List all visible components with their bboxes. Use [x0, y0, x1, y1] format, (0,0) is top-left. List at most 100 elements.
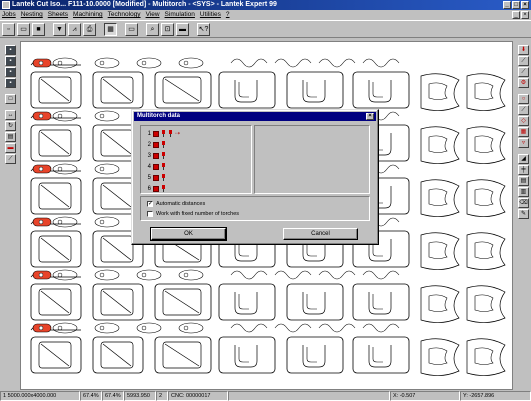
- minimize-button[interactable]: _: [503, 1, 511, 9]
- pierce-icon[interactable]: ○: [518, 94, 529, 104]
- ok-button[interactable]: OK: [150, 227, 227, 241]
- left-toolbar: ▪ ▪ ▪ ▪ □ ↔ ↻ ▤ ▬ ⟋: [3, 45, 18, 190]
- print-icon[interactable]: ⎙: [83, 22, 96, 36]
- remnant-tool-icon[interactable]: ▪: [5, 78, 16, 88]
- torch-color-icon: [153, 152, 159, 159]
- fixed-torches-label: Work with fixed number of torches: [156, 211, 240, 217]
- torch-number: 3: [147, 152, 151, 159]
- chart-icon[interactable]: ⩘: [68, 22, 81, 36]
- menu-sheets[interactable]: Sheets: [48, 10, 68, 20]
- grid-cut-icon[interactable]: ▦: [518, 127, 529, 137]
- save-icon[interactable]: ■: [32, 22, 45, 36]
- status-count: 2: [156, 391, 168, 401]
- cancel-button[interactable]: Cancel: [283, 228, 358, 240]
- app-icon: [2, 1, 10, 9]
- bridge-icon[interactable]: ⟋: [518, 105, 529, 115]
- menu-bar: Jobs Nesting Sheets Machining Technology…: [0, 10, 531, 20]
- torch-row-1[interactable]: 1 ⇢: [146, 129, 181, 138]
- menu-nesting[interactable]: Nesting: [21, 10, 43, 20]
- automatic-distances-checkbox[interactable]: ✓: [147, 201, 153, 207]
- menu-help[interactable]: ?: [226, 10, 230, 20]
- torch-row-5[interactable]: 5: [146, 173, 166, 182]
- torch-icon: [161, 152, 166, 159]
- automatic-distances-option[interactable]: ✓ Automatic distances: [147, 201, 205, 207]
- torch-color-icon: [153, 141, 159, 148]
- fixed-torches-checkbox[interactable]: [147, 211, 153, 217]
- torch-icon: [168, 130, 173, 137]
- menu-view[interactable]: View: [146, 10, 160, 20]
- nest-tool-icon[interactable]: ▪: [5, 67, 16, 77]
- lead-in-icon[interactable]: ⬇: [518, 45, 529, 55]
- torch-number: 1: [147, 130, 151, 137]
- measure-icon[interactable]: ⟋: [5, 154, 16, 164]
- menu-machining[interactable]: Machining: [73, 10, 103, 20]
- mdi-close-button[interactable]: ×: [521, 11, 529, 19]
- new-icon[interactable]: ▫: [2, 22, 15, 36]
- delete-part-icon[interactable]: ▬: [5, 143, 16, 153]
- status-sheet-size: 1 5000.000x4000.000: [0, 391, 80, 401]
- remove-icon[interactable]: ⌫: [518, 198, 529, 208]
- torch-color-icon: [153, 130, 159, 137]
- multitorch-icon[interactable]: ◢: [518, 154, 529, 164]
- rotate-part-icon[interactable]: ↻: [5, 121, 16, 131]
- torch-row-2[interactable]: 2: [146, 140, 166, 149]
- options-group: ✓ Automatic distances Work with fixed nu…: [140, 196, 370, 221]
- parts-tool-icon[interactable]: ▪: [5, 56, 16, 66]
- dialog-close-button[interactable]: ×: [366, 113, 374, 120]
- menu-jobs[interactable]: Jobs: [2, 10, 16, 20]
- torch-row-6[interactable]: 6: [146, 184, 166, 193]
- torch-distance-icon: ⇢: [175, 131, 182, 137]
- sequence-icon[interactable]: ▥: [518, 187, 529, 197]
- window-icon[interactable]: ▭: [125, 22, 138, 36]
- dialog-title: Multitorch data: [137, 113, 180, 119]
- status-x: X: -0.507: [390, 391, 460, 401]
- cut-path-icon[interactable]: ⟋: [518, 56, 529, 66]
- sheet-icon[interactable]: ▬: [176, 22, 189, 36]
- common-cut-icon[interactable]: ▿: [518, 138, 529, 148]
- torch-icon: [161, 174, 166, 181]
- move-part-icon[interactable]: ↔: [5, 110, 16, 120]
- torch-settings-icon[interactable]: ⚙: [518, 78, 529, 88]
- torch-row-4[interactable]: 4: [146, 162, 166, 171]
- skeleton-icon[interactable]: ╪: [518, 165, 529, 175]
- torch-detail-panel: [254, 125, 370, 194]
- close-button[interactable]: ×: [521, 1, 529, 9]
- torch-icon: [161, 130, 166, 137]
- status-usage: 67.4%: [80, 391, 102, 401]
- place-part-icon[interactable]: □: [5, 94, 16, 104]
- status-cnc: CNC: 00000017: [168, 391, 228, 401]
- cut-order-icon[interactable]: ⟋: [518, 67, 529, 77]
- help-icon[interactable]: ↖?: [197, 22, 210, 36]
- status-length: 5993.950: [124, 391, 156, 401]
- status-message: [228, 391, 390, 401]
- window-title: Lantek Cut Iso... F111-10.0000 [Modified…: [12, 1, 277, 8]
- menu-technology[interactable]: Technology: [108, 10, 141, 20]
- dialog-title-bar: Multitorch data ×: [134, 112, 376, 121]
- microjoint-icon[interactable]: ◇: [518, 116, 529, 126]
- multitorch-dialog: Multitorch data × 1 ⇢ 2 3 4 5 6 ✓ Automa…: [131, 109, 379, 245]
- torch-color-icon: [153, 174, 159, 181]
- edit-icon[interactable]: ✎: [518, 209, 529, 219]
- menu-utilities[interactable]: Utilities: [200, 10, 221, 20]
- torch-color-icon: [153, 185, 159, 192]
- menu-simulation[interactable]: Simulation: [165, 10, 195, 20]
- array-part-icon[interactable]: ▤: [5, 132, 16, 142]
- right-toolbar: ⬇ ⟋ ⟋ ⚙ ○ ⟋ ◇ ▦ ▿ ◢ ╪ ▤ ▥ ⌫ ✎: [516, 45, 531, 235]
- torch-icon: [161, 141, 166, 148]
- fixed-torches-option[interactable]: Work with fixed number of torches: [147, 211, 239, 217]
- open-icon[interactable]: ▭: [17, 22, 30, 36]
- align-icon[interactable]: ▤: [518, 176, 529, 186]
- torch-number: 2: [147, 141, 151, 148]
- sheet-tool-icon[interactable]: ▪: [5, 45, 16, 55]
- torch-row-3[interactable]: 3: [146, 151, 166, 160]
- maximize-button[interactable]: □: [512, 1, 520, 9]
- filter-icon[interactable]: ▼: [53, 22, 66, 36]
- status-efficiency: 67.4%: [102, 391, 124, 401]
- zoom-icon[interactable]: ⌕: [146, 22, 159, 36]
- zoom-window-icon[interactable]: ⊡: [161, 22, 174, 36]
- mdi-minimize-button[interactable]: _: [512, 11, 520, 19]
- grid-icon[interactable]: ▦: [104, 22, 117, 36]
- torch-number: 5: [147, 174, 151, 181]
- toolbar: ▫ ▭ ■ ▼ ⩘ ⎙ ▦ ▭ ⌕ ⊡ ▬ ↖?: [0, 20, 531, 38]
- status-y: Y: -2657.896: [460, 391, 531, 401]
